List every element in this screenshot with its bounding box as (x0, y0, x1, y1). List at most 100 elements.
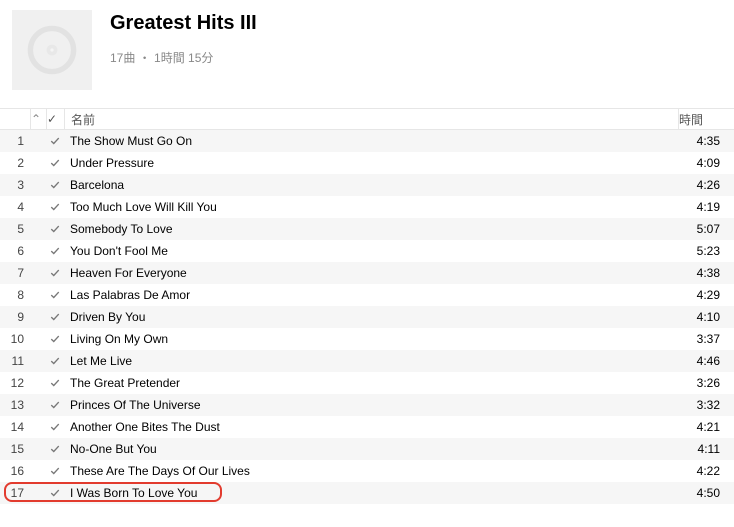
track-row[interactable]: 15No-One But You4:11 (0, 438, 734, 460)
track-number: 3 (0, 178, 30, 192)
track-name: Las Palabras De Amor (64, 288, 678, 302)
track-number: 11 (0, 354, 30, 368)
track-name: No-One But You (64, 442, 678, 456)
check-icon (46, 488, 64, 498)
track-number: 17 (0, 486, 30, 500)
track-name: Somebody To Love (64, 222, 678, 236)
track-duration: 4:26 (678, 178, 734, 192)
track-name: You Don't Fool Me (64, 244, 678, 258)
track-number: 9 (0, 310, 30, 324)
track-name: Driven By You (64, 310, 678, 324)
check-icon (46, 158, 64, 168)
track-checkbox[interactable] (46, 224, 64, 234)
track-row[interactable]: 2Under Pressure4:09 (0, 152, 734, 174)
track-row[interactable]: 9 Driven By You4:10 (0, 306, 734, 328)
track-row[interactable]: 14Another One Bites The Dust4:21 (0, 416, 734, 438)
track-duration: 4:10 (678, 310, 734, 324)
track-checkbox[interactable] (46, 180, 64, 190)
check-icon (46, 180, 64, 190)
track-row[interactable]: 13Princes Of The Universe3:32 (0, 394, 734, 416)
track-row[interactable]: 10Living On My Own3:37 (0, 328, 734, 350)
check-icon (46, 444, 64, 454)
column-header-time[interactable]: 時間 (678, 109, 734, 129)
track-number: 13 (0, 398, 30, 412)
track-checkbox[interactable] (46, 268, 64, 278)
track-checkbox[interactable] (46, 378, 64, 388)
track-name: Heaven For Everyone (64, 266, 678, 280)
track-row[interactable]: 5Somebody To Love5:07 (0, 218, 734, 240)
track-row[interactable]: 8 Las Palabras De Amor4:29 (0, 284, 734, 306)
check-icon (46, 334, 64, 344)
track-checkbox[interactable] (46, 312, 64, 322)
track-checkbox[interactable] (46, 136, 64, 146)
disc-icon (25, 23, 79, 77)
track-row[interactable]: 11Let Me Live4:46 (0, 350, 734, 372)
track-checkbox[interactable] (46, 202, 64, 212)
track-number: 1 (0, 134, 30, 148)
track-table-header: ⌃ ✓ 名前 時間 (0, 108, 734, 130)
check-icon (46, 202, 64, 212)
track-name: Under Pressure (64, 156, 678, 170)
track-name: Too Much Love Will Kill You (64, 200, 678, 214)
track-checkbox[interactable] (46, 356, 64, 366)
check-icon (46, 422, 64, 432)
track-name: I Was Born To Love You (64, 486, 678, 500)
track-duration: 4:19 (678, 200, 734, 214)
track-number: 8 (0, 288, 30, 302)
album-title: Greatest Hits III (110, 12, 257, 35)
column-header-check[interactable]: ✓ (46, 109, 64, 129)
column-header-name[interactable]: 名前 (64, 109, 678, 129)
track-row[interactable]: 12 The Great Pretender3:26 (0, 372, 734, 394)
track-checkbox[interactable] (46, 290, 64, 300)
track-duration: 4:29 (678, 288, 734, 302)
album-header-text: Greatest Hits III 17曲 ・ 1時間 15分 (110, 10, 257, 66)
track-name: The Great Pretender (64, 376, 678, 390)
track-number: 7 (0, 266, 30, 280)
sort-indicator[interactable]: ⌃ (30, 109, 46, 129)
track-row[interactable]: 7Heaven For Everyone4:38 (0, 262, 734, 284)
track-checkbox[interactable] (46, 488, 64, 498)
check-glyph: ✓ (47, 112, 57, 126)
track-duration: 5:23 (678, 244, 734, 258)
album-art-placeholder (12, 10, 92, 90)
track-checkbox[interactable] (46, 466, 64, 476)
check-icon (46, 378, 64, 388)
check-icon (46, 290, 64, 300)
track-row[interactable]: 1 The Show Must Go On4:35 (0, 130, 734, 152)
track-name: Let Me Live (64, 354, 678, 368)
track-name: Barcelona (64, 178, 678, 192)
track-checkbox[interactable] (46, 158, 64, 168)
album-meta: 17曲 ・ 1時間 15分 (110, 49, 257, 66)
check-icon (46, 356, 64, 366)
track-duration: 4:09 (678, 156, 734, 170)
track-row[interactable]: 16These Are The Days Of Our Lives4:22 (0, 460, 734, 482)
track-number: 12 (0, 376, 30, 390)
track-row[interactable]: 17 I Was Born To Love You4:50 (0, 482, 734, 504)
check-icon (46, 466, 64, 476)
track-checkbox[interactable] (46, 246, 64, 256)
track-duration: 4:22 (678, 464, 734, 478)
track-name: Living On My Own (64, 332, 678, 346)
track-number: 10 (0, 332, 30, 346)
check-icon (46, 400, 64, 410)
track-checkbox[interactable] (46, 334, 64, 344)
track-number: 14 (0, 420, 30, 434)
track-row[interactable]: 6You Don't Fool Me5:23 (0, 240, 734, 262)
track-duration: 4:21 (678, 420, 734, 434)
track-duration: 4:35 (678, 134, 734, 148)
track-duration: 4:50 (678, 486, 734, 500)
track-checkbox[interactable] (46, 422, 64, 432)
track-checkbox[interactable] (46, 444, 64, 454)
track-duration: 3:26 (678, 376, 734, 390)
track-row[interactable]: 3 Barcelona4:26 (0, 174, 734, 196)
check-icon (46, 312, 64, 322)
track-rows: 1 The Show Must Go On4:35 2Under Pressure4… (0, 130, 734, 504)
track-duration: 4:11 (678, 442, 734, 456)
track-checkbox[interactable] (46, 400, 64, 410)
track-name: These Are The Days Of Our Lives (64, 464, 678, 478)
check-icon (46, 224, 64, 234)
check-icon (46, 136, 64, 146)
track-name: The Show Must Go On (64, 134, 678, 148)
track-row[interactable]: 4 Too Much Love Will Kill You4:19 (0, 196, 734, 218)
track-number: 4 (0, 200, 30, 214)
